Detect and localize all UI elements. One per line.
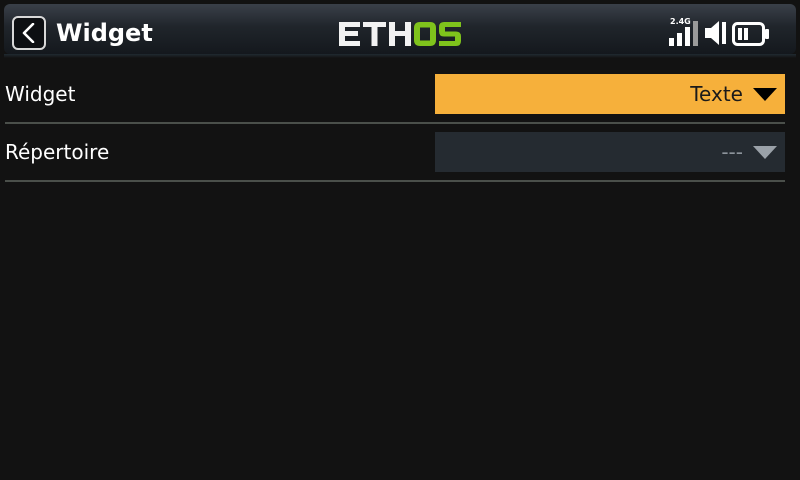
dropdown-arrow-icon [753, 88, 777, 101]
status-area: 2.4G [668, 14, 788, 50]
ethos-logo [339, 22, 461, 46]
back-arrow-icon [22, 23, 35, 43]
widget-select-value: Texte [690, 82, 743, 106]
widget-row-divider [5, 122, 785, 124]
directory-label: Répertoire [5, 140, 110, 164]
speaker-icon [705, 21, 726, 45]
page-title: Widget [56, 19, 153, 47]
directory-row-divider [5, 180, 785, 182]
widget-select[interactable]: Texte [435, 74, 785, 114]
signal-bars-icon [669, 21, 698, 46]
empty-content-area [0, 184, 800, 480]
dropdown-arrow-icon [753, 146, 777, 159]
battery-icon [732, 22, 769, 46]
back-button[interactable] [12, 16, 46, 50]
directory-select[interactable]: --- [435, 132, 785, 172]
directory-select-value: --- [721, 140, 743, 164]
header-accent-line [4, 54, 796, 58]
widget-label: Widget [5, 82, 76, 106]
top-bar: Widget 2.4G [0, 0, 800, 60]
